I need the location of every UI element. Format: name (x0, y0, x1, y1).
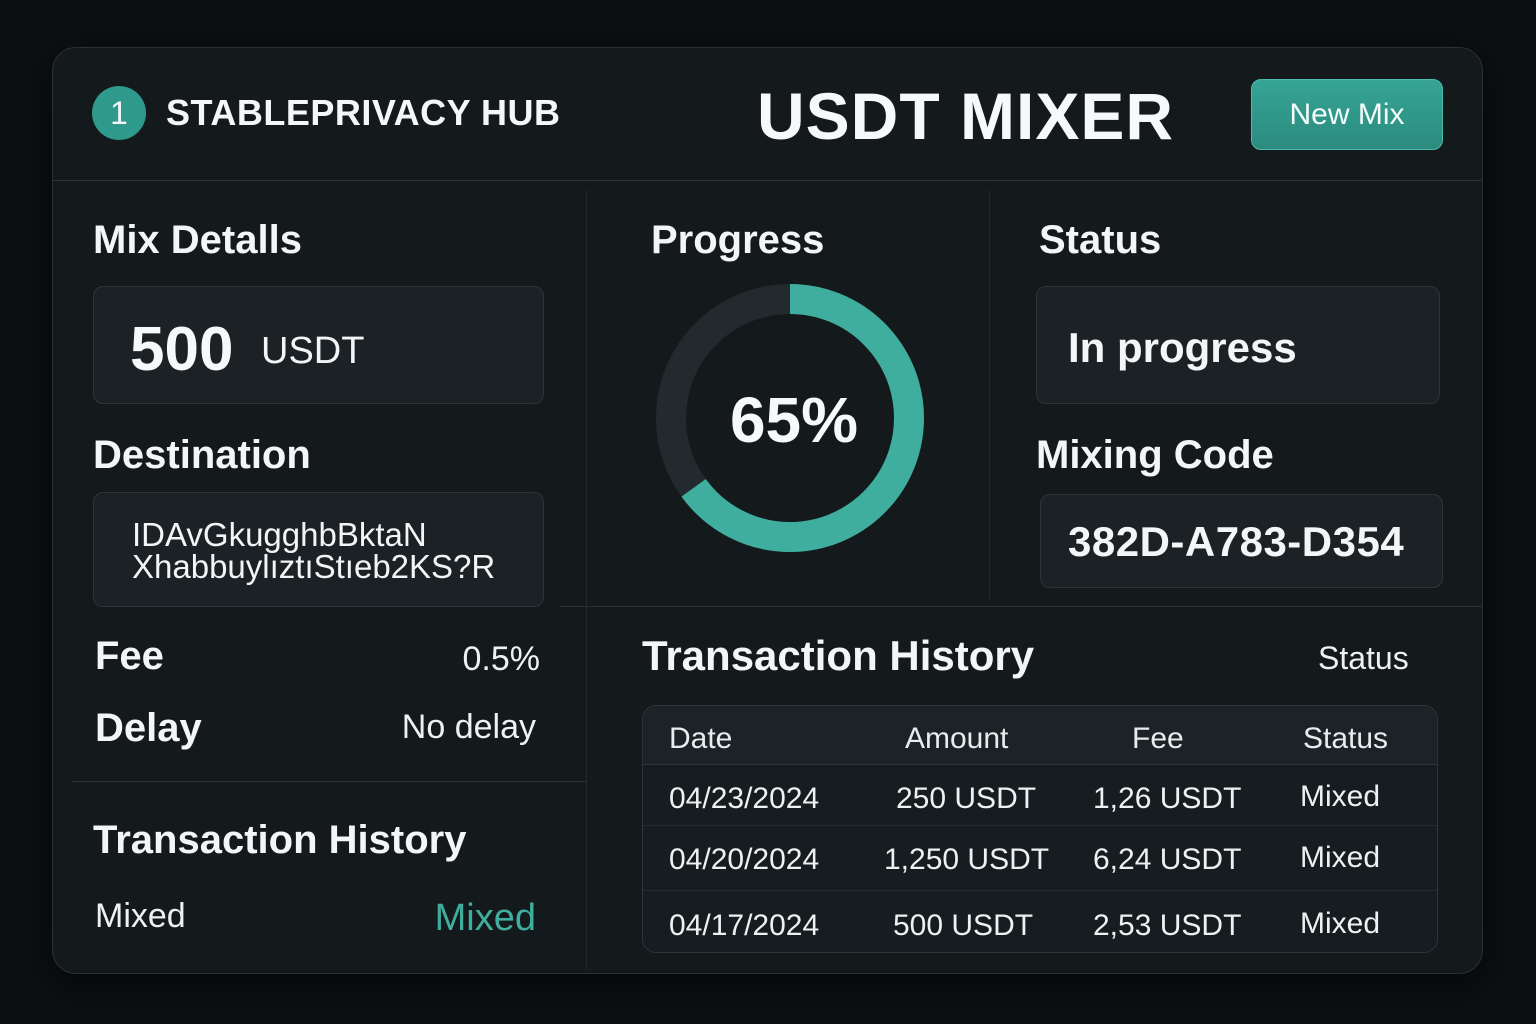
amount-unit: USDT (261, 330, 365, 372)
page-title: USDT MIXER (757, 79, 1175, 153)
progress-heading: Progress (651, 218, 825, 262)
column-header-fee: Fee (1132, 722, 1184, 755)
column-header-date: Date (669, 722, 733, 755)
delay-label: Delay (95, 706, 202, 750)
mix-details-heading: Mix Detalls (93, 218, 302, 262)
left-history-status: Mixed (434, 897, 536, 939)
column-header-status: Status (1303, 722, 1389, 755)
column-divider-left (586, 190, 587, 970)
table-cell-date: 04/20/2024 (669, 843, 820, 876)
destination-heading: Destination (93, 433, 311, 477)
middle-divider (560, 606, 1483, 607)
fee-label: Fee (95, 634, 164, 678)
header-divider (52, 180, 1483, 181)
mixing-code-heading: Mixing Code (1036, 433, 1274, 477)
table-cell-fee: 1,26 USDT (1093, 782, 1242, 815)
column-header-amount: Amount (905, 722, 1009, 755)
status-heading: Status (1039, 218, 1162, 262)
row-divider (643, 825, 1437, 826)
amount-value: 500 (130, 315, 234, 384)
status-value: In progress (1068, 324, 1297, 371)
destination-address-line2: XhabbuylıztıStıeb2KS?R (132, 548, 496, 585)
table-cell-fee: 2,53 USDT (1093, 909, 1242, 942)
progress-percent: 65% (729, 384, 859, 456)
mixing-code-value: 382D-A783-D354 (1068, 518, 1405, 565)
table-cell-date: 04/23/2024 (669, 782, 820, 815)
transaction-table: Date Amount Fee Status 04/23/2024 250 US… (642, 705, 1438, 953)
row-divider (643, 890, 1437, 891)
left-history-heading: Transaction History (93, 818, 467, 862)
brand-name: STABLEPRIVACY HUB (166, 92, 561, 133)
left-history-label: Mixed (95, 897, 186, 935)
column-divider-right (989, 190, 990, 600)
table-cell-amount: 500 USDT (893, 909, 1034, 942)
new-mix-button[interactable]: New Mix (1251, 79, 1443, 150)
transaction-status-filter[interactable]: Status (1318, 640, 1409, 677)
table-cell-status: Mixed (1300, 780, 1381, 813)
fee-value: 0.5% (462, 640, 541, 678)
table-cell-date: 04/17/2024 (669, 909, 820, 942)
transaction-history-heading: Transaction History (642, 632, 1035, 679)
table-cell-status: Mixed (1300, 841, 1381, 874)
table-cell-status: Mixed (1300, 907, 1381, 940)
table-cell-fee: 6,24 USDT (1093, 843, 1242, 876)
table-cell-amount: 1,250 USDT (884, 843, 1050, 876)
logo-badge: 1 (92, 86, 146, 140)
table-cell-amount: 250 USDT (896, 782, 1037, 815)
left-bottom-divider (72, 781, 586, 782)
delay-value[interactable]: No delay (402, 708, 536, 747)
